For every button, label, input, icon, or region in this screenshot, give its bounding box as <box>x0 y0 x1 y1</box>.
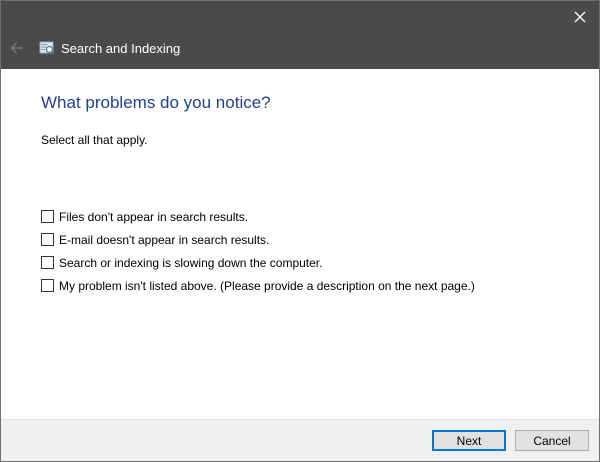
button-bar: Next Cancel <box>1 419 599 461</box>
option-email-not-in-results[interactable]: E-mail doesn't appear in search results. <box>41 228 475 251</box>
troubleshooter-window: Search and Indexing What problems do you… <box>0 0 600 462</box>
content-area: What problems do you notice? Select all … <box>1 69 599 419</box>
arrow-left-icon <box>10 42 23 54</box>
option-label: Search or indexing is slowing down the c… <box>59 255 323 270</box>
instruction-text: Select all that apply. <box>41 133 148 147</box>
option-label: My problem isn't listed above. (Please p… <box>59 278 475 293</box>
close-icon <box>574 11 586 23</box>
option-problem-not-listed[interactable]: My problem isn't listed above. (Please p… <box>41 274 475 297</box>
option-files-not-in-results[interactable]: Files don't appear in search results. <box>41 205 475 228</box>
option-label: Files don't appear in search results. <box>59 209 249 224</box>
close-button[interactable] <box>567 5 593 29</box>
checkbox[interactable] <box>41 256 54 269</box>
cancel-button[interactable]: Cancel <box>515 430 589 451</box>
window-title: Search and Indexing <box>61 41 181 56</box>
checkbox[interactable] <box>41 233 54 246</box>
title-bar: Search and Indexing <box>1 1 599 69</box>
back-button[interactable] <box>7 38 27 58</box>
option-label: E-mail doesn't appear in search results. <box>59 232 270 247</box>
checkbox[interactable] <box>41 210 54 223</box>
search-indexing-icon <box>39 40 55 56</box>
option-slowing-computer[interactable]: Search or indexing is slowing down the c… <box>41 251 475 274</box>
checkbox[interactable] <box>41 279 54 292</box>
next-button[interactable]: Next <box>432 430 506 451</box>
problem-options: Files don't appear in search results. E-… <box>41 205 475 297</box>
page-heading: What problems do you notice? <box>41 93 271 112</box>
